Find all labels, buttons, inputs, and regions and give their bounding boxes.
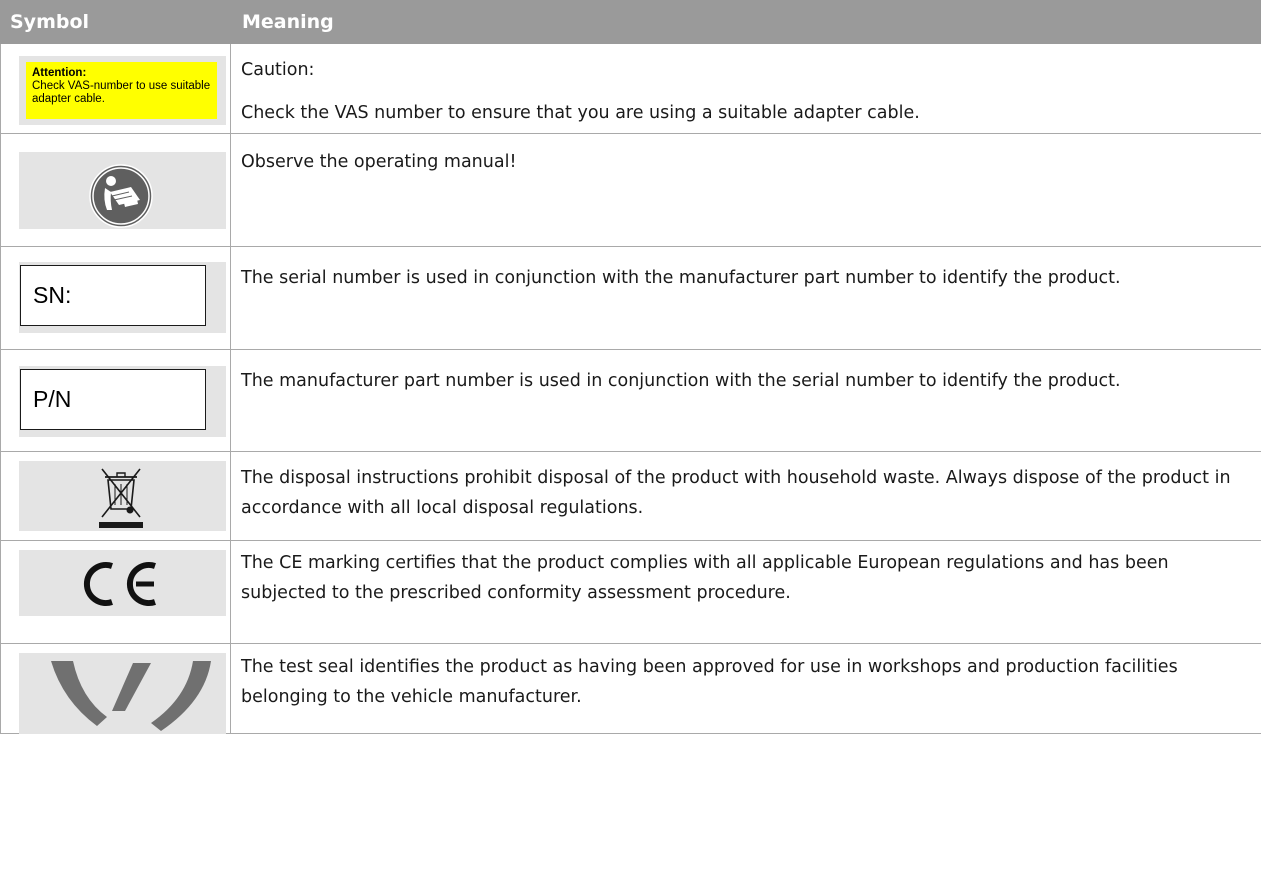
meaning-cell: The manufacturer part number is used in … [230, 349, 1261, 452]
symbol-cell [0, 451, 231, 541]
meaning-text: The serial number is used in conjunction… [241, 268, 1121, 288]
meaning-column-header: Meaning [230, 0, 1261, 44]
symbol-cell: P/N [0, 349, 231, 452]
symbol-cell [0, 540, 231, 644]
table-row: The CE marking certifies that the produc… [0, 540, 1261, 644]
meaning-text: The test seal identifies the product as … [241, 657, 1178, 707]
attention-label-text: Check VAS-number to use suitable adapter… [32, 80, 211, 105]
ce-mark-icon [19, 550, 226, 616]
header-row: Symbol Meaning [0, 0, 1261, 44]
meaning-text: Observe the operating manual! [241, 152, 517, 172]
table-row: The test seal identifies the product as … [0, 643, 1261, 734]
attention-label: Attention: Check VAS-number to use suita… [26, 62, 217, 119]
meaning-cell: The serial number is used in conjunction… [230, 246, 1261, 350]
meaning-text: Caution: [241, 60, 315, 80]
weee-crossed-bin-icon [19, 461, 226, 531]
meaning-cell: Caution: Check the VAS number to ensure … [230, 43, 1261, 134]
table-row: SN: The serial number is used in conjunc… [0, 246, 1261, 350]
table-row: The disposal instructions prohibit dispo… [0, 451, 1261, 541]
symbol-cell: Attention: Check VAS-number to use suita… [0, 43, 231, 134]
attention-label-title: Attention: [32, 67, 87, 79]
read-manual-icon [19, 152, 226, 229]
meaning-text: Check the VAS number to ensure that you … [241, 103, 920, 123]
meaning-text: The disposal instructions prohibit dispo… [241, 468, 1231, 518]
meaning-cell: Observe the operating manual! [230, 133, 1261, 247]
symbol-cell [0, 133, 231, 247]
table-row: Attention: Check VAS-number to use suita… [0, 43, 1261, 134]
symbol-column-header: Symbol [0, 0, 231, 44]
part-number-label-image: P/N [19, 366, 226, 437]
symbol-cell: SN: [0, 246, 231, 350]
meaning-text: The CE marking certifies that the produc… [241, 553, 1169, 603]
table-row: P/N The manufacturer part number is used… [0, 349, 1261, 452]
test-seal-icon [19, 653, 226, 734]
meaning-text: The manufacturer part number is used in … [241, 371, 1121, 391]
attention-label-image: Attention: Check VAS-number to use suita… [19, 56, 226, 125]
table-row: Observe the operating manual! [0, 133, 1261, 247]
serial-number-label: SN: [20, 265, 206, 326]
serial-number-label-image: SN: [19, 262, 226, 333]
meaning-cell: The CE marking certifies that the produc… [230, 540, 1261, 644]
meaning-cell: The test seal identifies the product as … [230, 643, 1261, 734]
meaning-cell: The disposal instructions prohibit dispo… [230, 451, 1261, 541]
symbol-cell [0, 643, 231, 734]
part-number-label: P/N [20, 369, 206, 430]
symbol-table: Symbol Meaning Attention: Check VAS-numb… [0, 0, 1261, 734]
